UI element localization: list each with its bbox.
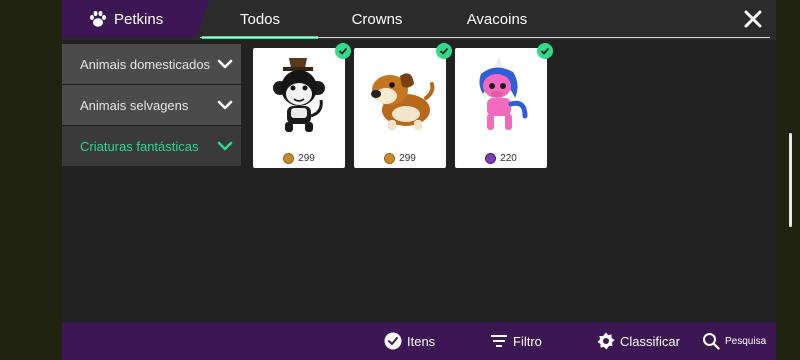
sidebar-item-criaturas-fantasticas[interactable]: Criaturas fantásticas xyxy=(62,126,241,166)
bottom-toolbar: Itens Filtro Classificar Pesquisa xyxy=(62,322,776,360)
item-card[interactable]: 299 xyxy=(253,43,351,168)
scroll-indicator[interactable] xyxy=(789,133,792,227)
close-icon[interactable] xyxy=(742,8,764,30)
chevron-down-icon xyxy=(217,141,233,151)
tab-crowns[interactable]: Crowns xyxy=(322,0,432,38)
sidebar-item-label: Animais domesticados xyxy=(80,56,211,72)
item-card[interactable]: 220 xyxy=(455,43,553,168)
crowns-icon xyxy=(384,153,396,164)
right-bezel xyxy=(776,0,800,360)
classificar-button[interactable]: Classificar xyxy=(597,322,680,360)
header-divider xyxy=(200,37,770,38)
paw-icon xyxy=(90,10,106,27)
price-label: 220 xyxy=(455,153,547,164)
tab-avacoins[interactable]: Avacoins xyxy=(442,0,552,38)
owned-check-icon xyxy=(335,43,351,59)
avacoins-icon xyxy=(485,153,497,164)
pesquisa-label: Pesquisa xyxy=(725,335,767,347)
filtro-label: Filtro xyxy=(513,333,542,349)
filtro-button[interactable]: Filtro xyxy=(490,322,542,360)
monkey-pet-image xyxy=(273,58,325,132)
price-value: 220 xyxy=(500,153,517,164)
sort-gear-icon xyxy=(597,332,615,350)
chevron-down-icon xyxy=(217,100,233,110)
check-circle-icon xyxy=(384,332,402,350)
filter-icon xyxy=(491,335,507,347)
price-label: 299 xyxy=(253,153,345,164)
sidebar-item-label: Animais selvagens xyxy=(80,97,189,113)
category-title: Petkins xyxy=(62,0,210,38)
unicorn-pet-image xyxy=(479,57,528,130)
crowns-icon xyxy=(283,153,295,164)
pesquisa-button[interactable]: Pesquisa xyxy=(702,322,766,360)
price-value: 299 xyxy=(298,153,315,164)
sidebar-item-animais-selvagens[interactable]: Animais selvagens xyxy=(62,85,241,125)
item-card[interactable]: 299 xyxy=(354,43,452,168)
subcategory-sidebar: Animais domesticados Animais selvagens C… xyxy=(62,44,241,167)
search-icon xyxy=(703,333,720,350)
sidebar-item-animais-domesticados[interactable]: Animais domesticados xyxy=(62,44,241,84)
shop-panel: Petkins Todos Crowns Avacoins Animais do… xyxy=(62,0,776,360)
dog-pet-image xyxy=(371,73,435,130)
left-bezel xyxy=(0,0,62,360)
itens-button[interactable]: Itens xyxy=(384,322,435,360)
tab-todos[interactable]: Todos xyxy=(202,0,318,38)
price-label: 299 xyxy=(354,153,446,164)
category-title-label: Petkins xyxy=(114,10,164,28)
chevron-down-icon xyxy=(217,59,233,69)
itens-label: Itens xyxy=(407,333,436,349)
price-value: 299 xyxy=(399,153,416,164)
sidebar-item-label: Criaturas fantásticas xyxy=(80,138,199,154)
classificar-label: Classificar xyxy=(620,333,680,349)
header-bar: Petkins Todos Crowns Avacoins xyxy=(62,0,776,40)
owned-check-icon xyxy=(537,43,553,59)
owned-check-icon xyxy=(436,43,452,59)
